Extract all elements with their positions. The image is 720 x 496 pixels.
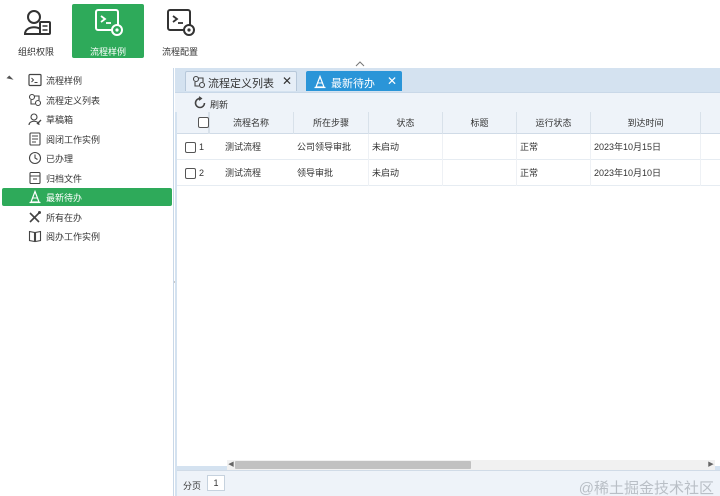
sidebar-item-latest-todo[interactable]: 最新待办 xyxy=(2,188,172,206)
tree-label: 阅闭工作实例 xyxy=(46,135,101,145)
cone-icon xyxy=(314,75,326,89)
scrollbar-thumb[interactable] xyxy=(235,461,471,469)
grid-toolbar: 刷新 xyxy=(175,92,720,112)
tab-bar: 流程定义列表 ✕ 最新待办 ✕ xyxy=(175,68,720,92)
pager: 分页 1 @稀土掘金技术社区 xyxy=(177,470,720,496)
cell-arrival-time: 2023年10月10日 xyxy=(591,160,701,186)
row-checkbox[interactable] xyxy=(185,142,196,153)
toolbar-item-label: 组织权限 xyxy=(17,47,54,57)
col-header-run-status[interactable]: 运行状态 xyxy=(517,112,591,134)
process-icon xyxy=(192,75,206,89)
col-header-title[interactable]: 标题 xyxy=(443,112,517,134)
toolbar-item-process-samples[interactable]: 流程样例 xyxy=(72,4,144,58)
select-all-cell xyxy=(177,112,209,134)
main-panel: 流程定义列表 ✕ 最新待办 ✕ 刷新 流程名称 所在步骤 状态 标题 运行状态 … xyxy=(175,68,720,496)
toolbar-item-org-permissions[interactable]: 组织权限 xyxy=(0,4,72,58)
terminal-icon xyxy=(28,73,42,87)
page-number-button[interactable]: 1 xyxy=(207,475,225,491)
col-header-name[interactable]: 流程名称 xyxy=(209,112,294,134)
table-row[interactable]: 2 测试流程 领导审批 未启动 正常 2023年10月10日 xyxy=(177,160,720,186)
terminal-gear-icon xyxy=(167,9,195,36)
tree-label: 已办理 xyxy=(46,154,74,164)
col-header-step[interactable]: 所在步骤 xyxy=(294,112,369,134)
tab-process-list[interactable]: 流程定义列表 ✕ xyxy=(185,71,297,91)
sidebar-item-archived[interactable]: 归档文件 xyxy=(2,169,172,187)
book-icon xyxy=(28,230,42,243)
cell-title xyxy=(443,134,517,160)
cell-name: 测试流程 xyxy=(225,168,262,178)
tab-label: 流程定义列表 xyxy=(208,78,274,90)
tab-close-icon[interactable]: ✕ xyxy=(385,74,399,88)
row-number: 2 xyxy=(199,168,205,178)
cell-run-status: 正常 xyxy=(517,160,591,186)
tree-root-process-samples[interactable]: 流程样例 xyxy=(2,71,172,89)
refresh-icon xyxy=(194,96,206,109)
expand-triangle-icon[interactable] xyxy=(6,75,14,83)
toolbar-item-process-config[interactable]: 流程配置 xyxy=(144,4,216,58)
user-edit-icon xyxy=(28,113,42,126)
horizontal-scrollbar[interactable]: ◀ ▶ xyxy=(227,460,715,470)
top-toolbar: 组织权限 流程样例 流程配置 xyxy=(0,0,720,68)
tree-label: 阅办工作实例 xyxy=(46,232,101,242)
toolbar-item-label: 流程样例 xyxy=(89,47,126,57)
tab-close-icon[interactable]: ✕ xyxy=(280,74,294,88)
tree-label: 流程样例 xyxy=(46,76,83,86)
cell-step: 公司领导审批 xyxy=(294,134,369,160)
tree-label: 草稿箱 xyxy=(46,115,74,125)
tab-latest-todo[interactable]: 最新待办 ✕ xyxy=(306,71,402,91)
terminal-gear-icon xyxy=(95,9,123,36)
sidebar-item-process-list[interactable]: 流程定义列表 xyxy=(2,91,172,109)
user-card-icon xyxy=(23,10,51,35)
clock-icon xyxy=(28,151,42,165)
sidebar-item-processed[interactable]: 已办理 xyxy=(2,149,172,167)
scroll-left-icon[interactable]: ◀ xyxy=(227,460,235,470)
tab-label: 最新待办 xyxy=(331,78,375,90)
cell-step: 领导审批 xyxy=(294,160,369,186)
refresh-button[interactable]: 刷新 xyxy=(193,96,253,110)
cell-run-status: 正常 xyxy=(517,134,591,160)
collapse-toolbar-icon[interactable] xyxy=(355,61,365,67)
process-icon xyxy=(28,93,42,107)
select-all-checkbox[interactable] xyxy=(198,117,209,128)
todo-grid: 流程名称 所在步骤 状态 标题 运行状态 到达时间 1 测试流程 公司领导审批 … xyxy=(177,112,720,466)
sidebar-item-all-in-progress[interactable]: 所有在办 xyxy=(2,208,172,226)
pager-label: 分页 xyxy=(183,481,202,491)
cone-icon xyxy=(29,190,41,204)
cell-title xyxy=(443,160,517,186)
sidebar-tree: 流程样例 流程定义列表 草稿箱 阅闭工作实例 已办理 归档文件 最新待办 所有在… xyxy=(0,68,174,496)
sidebar-item-drafts[interactable]: 草稿箱 xyxy=(2,110,172,128)
archive-icon xyxy=(29,171,41,185)
tree-label: 最新待办 xyxy=(46,193,83,203)
table-row[interactable]: 1 测试流程 公司领导审批 未启动 正常 2023年10月15日 xyxy=(177,134,720,160)
col-header-status[interactable]: 状态 xyxy=(369,112,443,134)
cell-name: 测试流程 xyxy=(225,142,262,152)
document-icon xyxy=(29,132,41,146)
sidebar-item-read-instances[interactable]: 阅办工作实例 xyxy=(2,227,172,245)
cell-arrival-time: 2023年10月15日 xyxy=(591,134,701,160)
tree-label: 流程定义列表 xyxy=(46,96,101,106)
cell-status: 未启动 xyxy=(369,160,443,186)
refresh-label: 刷新 xyxy=(210,100,229,110)
grid-header: 流程名称 所在步骤 状态 标题 运行状态 到达时间 xyxy=(177,112,720,134)
col-header-arrival-time[interactable]: 到达时间 xyxy=(591,112,701,134)
tree-label: 归档文件 xyxy=(46,174,83,184)
sidebar-item-closed-instances[interactable]: 阅闭工作实例 xyxy=(2,130,172,148)
tree-label: 所有在办 xyxy=(46,213,83,223)
scroll-right-icon[interactable]: ▶ xyxy=(707,460,715,470)
toolbar-item-label: 流程配置 xyxy=(161,47,198,57)
row-checkbox[interactable] xyxy=(185,168,196,179)
watermark: @稀土掘金技术社区 xyxy=(578,480,714,496)
tools-icon xyxy=(29,211,41,223)
cell-status: 未启动 xyxy=(369,134,443,160)
row-number: 1 xyxy=(199,142,205,152)
